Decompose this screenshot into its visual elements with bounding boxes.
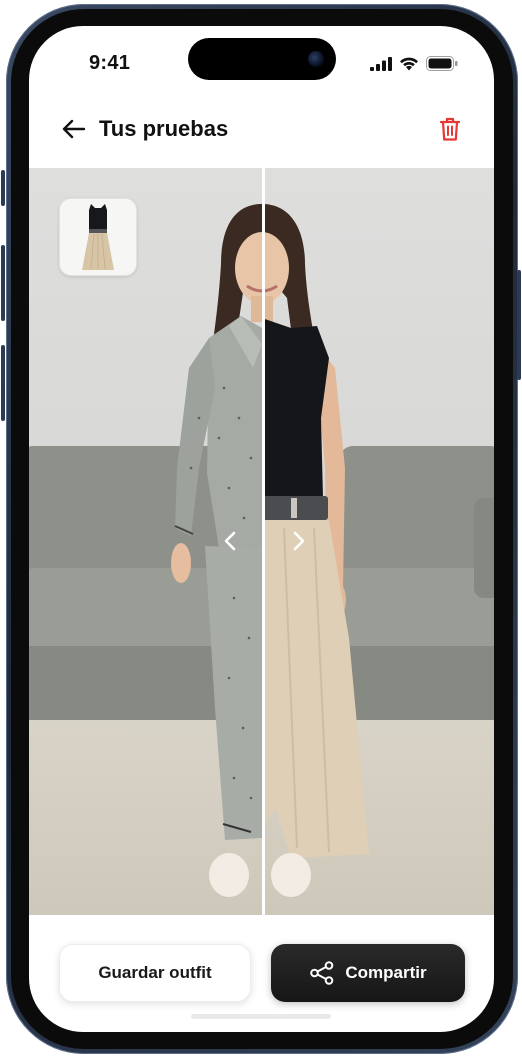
trash-icon [439, 117, 461, 141]
page-title: Tus pruebas [99, 116, 229, 141]
delete-button[interactable] [436, 114, 464, 144]
share-icon [310, 961, 334, 985]
top-navigation: Tus pruebas [29, 106, 494, 156]
arrow-left-icon [62, 119, 86, 139]
volume-down-button [1, 345, 5, 421]
chevron-left-icon [224, 531, 236, 551]
signal-icon [370, 56, 392, 71]
save-outfit-label: Guardar outfit [98, 963, 212, 982]
dress-icon [82, 204, 114, 270]
next-button[interactable] [288, 528, 310, 554]
camera-icon [308, 51, 324, 67]
previous-button[interactable] [219, 528, 241, 554]
comparison-divider[interactable] [262, 168, 265, 915]
chevron-right-icon [293, 531, 305, 551]
dynamic-island [188, 38, 336, 80]
back-button[interactable] [61, 116, 87, 142]
try-on-comparison-viewer[interactable] [29, 168, 494, 915]
app-screen: 9:41 Tus pruebas Guardar outfit Comparti… [29, 26, 494, 1032]
save-outfit-button[interactable]: Guardar outfit [59, 944, 251, 1002]
wifi-icon [400, 57, 418, 71]
status-time: 9:41 [89, 52, 131, 74]
battery-icon [426, 56, 458, 71]
share-label: Compartir [345, 963, 427, 982]
home-indicator[interactable] [191, 1014, 331, 1019]
status-icons [370, 56, 458, 71]
share-button[interactable]: Compartir [271, 944, 465, 1002]
action-button [1, 170, 5, 206]
power-button [517, 270, 521, 380]
garment-thumbnail[interactable] [59, 198, 137, 276]
volume-up-button [1, 245, 5, 321]
